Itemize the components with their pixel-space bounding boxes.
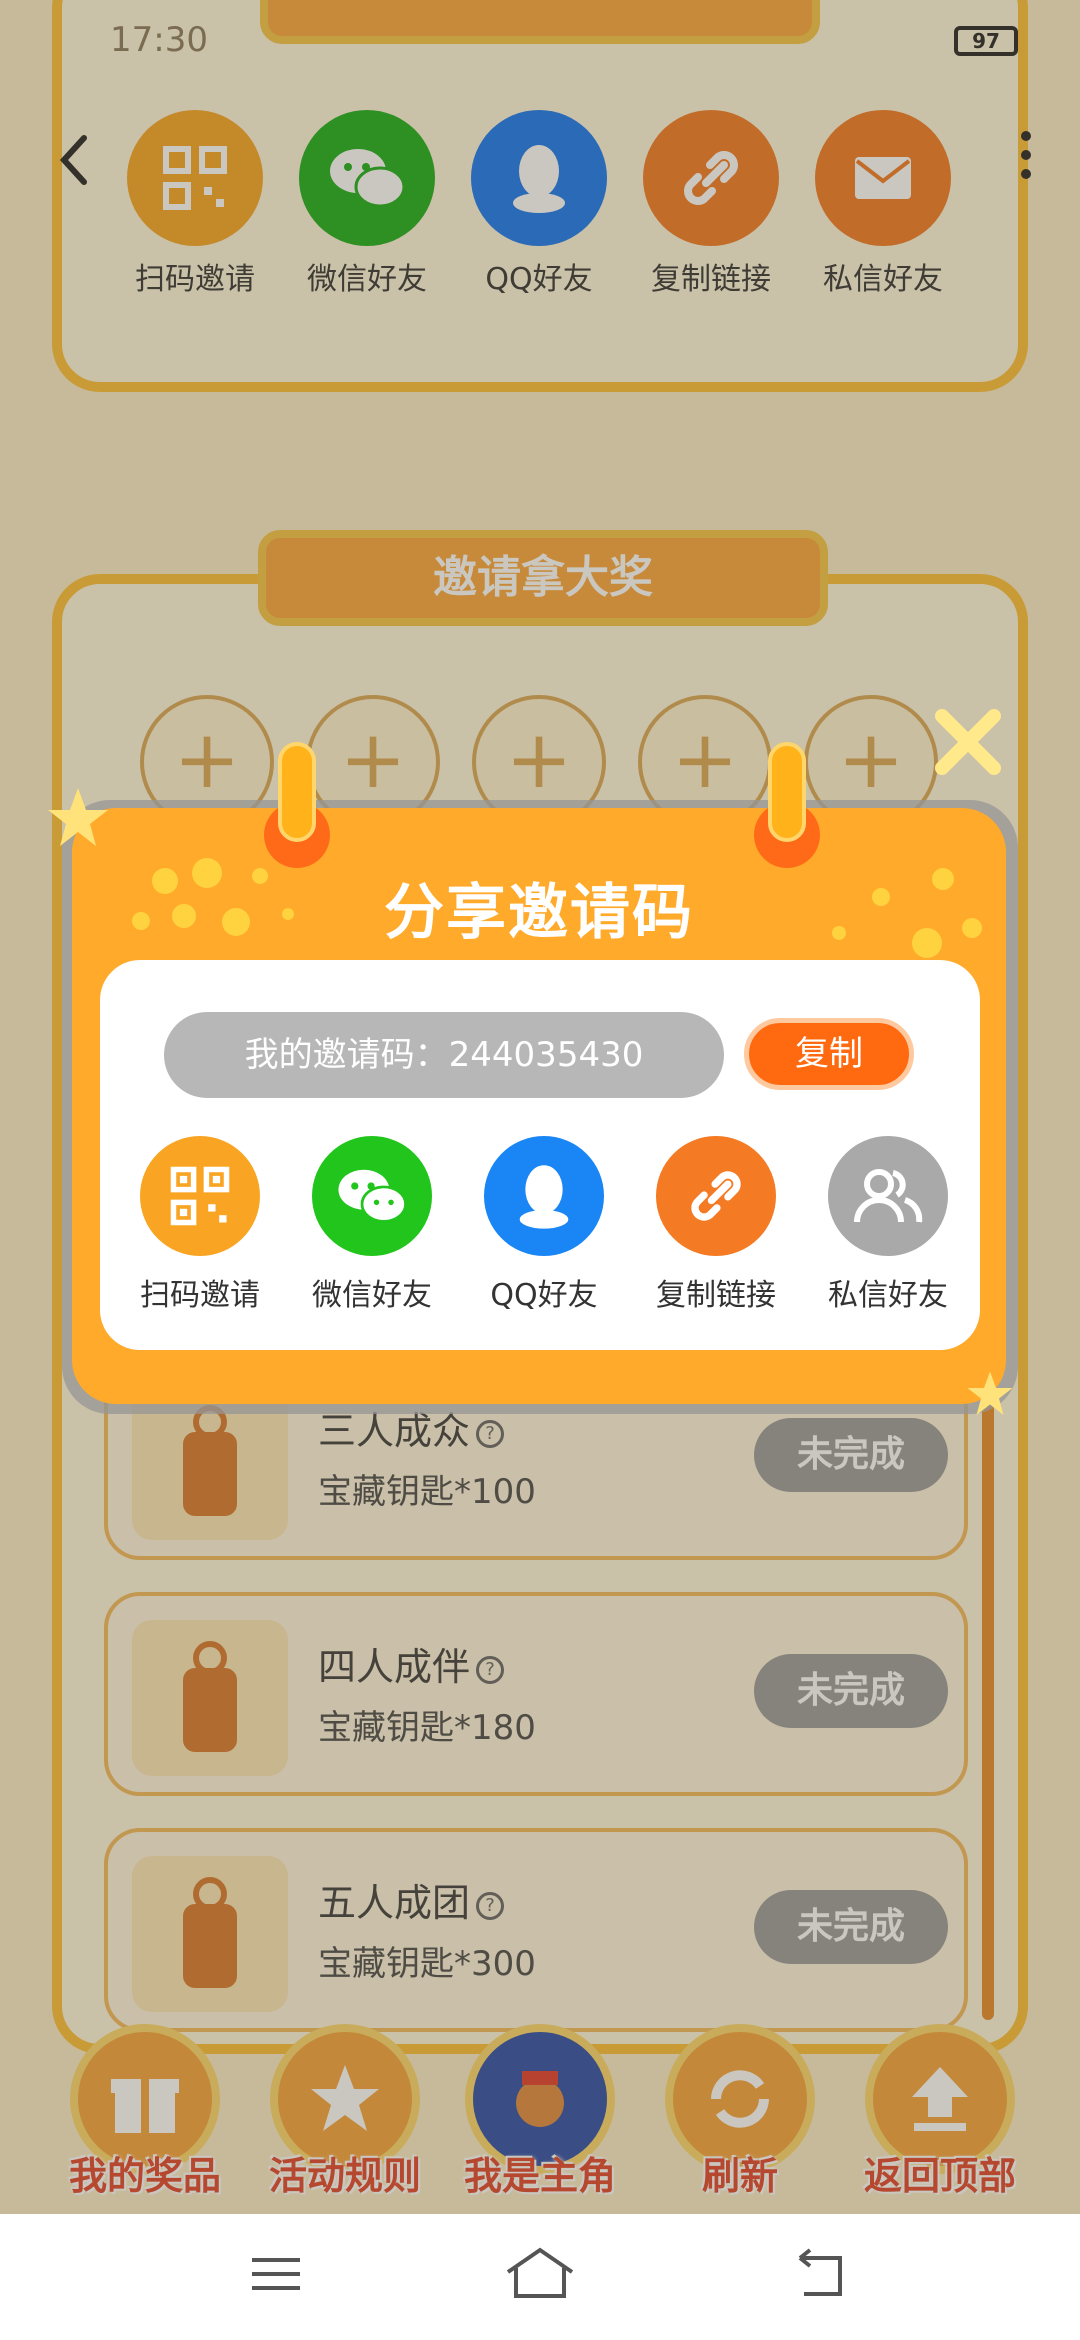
binder-ring <box>264 742 330 868</box>
menu-icon <box>252 2258 300 2290</box>
qr-code-icon <box>140 1136 260 1256</box>
close-icon <box>935 709 1001 775</box>
system-nav-bar <box>0 2214 1080 2340</box>
friends-icon <box>828 1136 948 1256</box>
share-row: 扫码邀请 微信好友 QQ好友 复制链接 私信好友 <box>130 1136 970 1316</box>
invite-code-display: 我的邀请码：244035430 <box>164 1012 724 1098</box>
share-item-qr[interactable]: 扫码邀请 <box>130 1136 270 1314</box>
home-icon <box>506 2247 574 2298</box>
share-item-qq[interactable]: QQ好友 <box>474 1136 614 1314</box>
modal-title: 分享邀请码 <box>384 878 694 948</box>
link-icon <box>656 1136 776 1256</box>
qq-icon <box>484 1136 604 1256</box>
back-icon <box>798 2248 842 2296</box>
share-label: 私信好友 <box>828 1278 948 1313</box>
menu-button[interactable] <box>246 2244 326 2310</box>
share-item-link[interactable]: 复制链接 <box>646 1136 786 1314</box>
sparkle-star-icon <box>48 788 108 846</box>
sparkle-star-icon <box>967 1371 1013 1415</box>
wechat-icon <box>312 1136 432 1256</box>
share-label: 微信好友 <box>312 1278 432 1313</box>
binder-ring <box>754 742 820 868</box>
copy-button[interactable]: 复制 <box>744 1018 914 1090</box>
close-button[interactable] <box>928 702 1008 782</box>
share-label: 复制链接 <box>656 1278 776 1313</box>
share-item-wechat[interactable]: 微信好友 <box>302 1136 442 1314</box>
share-label: QQ好友 <box>490 1278 598 1313</box>
home-button[interactable] <box>500 2244 580 2310</box>
back-nav-button[interactable] <box>790 2244 870 2310</box>
share-label: 扫码邀请 <box>140 1278 260 1313</box>
share-item-friends[interactable]: 私信好友 <box>818 1136 958 1314</box>
